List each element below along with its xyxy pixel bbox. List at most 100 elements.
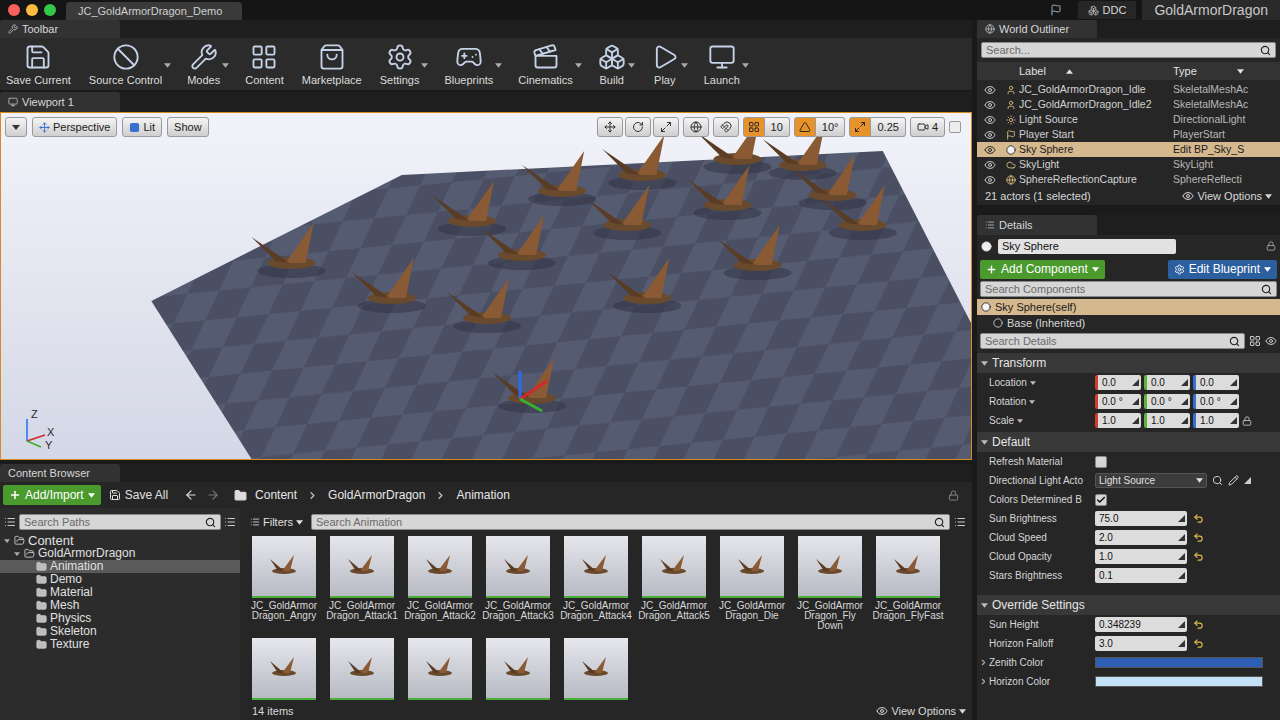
viewport-scene[interactable]: PerspectiveLitShow1010°0.254ZXY <box>0 112 972 460</box>
expand-arrow-icon[interactable] <box>979 677 988 686</box>
pick-actor-icon[interactable] <box>1228 475 1239 486</box>
toolbar-button[interactable]: Source Control <box>87 43 171 90</box>
world-local-button[interactable] <box>683 117 709 137</box>
visibility-eye-icon[interactable] <box>984 114 996 126</box>
visibility-eye-icon[interactable] <box>984 84 996 96</box>
number-field[interactable]: 2.0 <box>1095 530 1187 545</box>
folder-tree-item[interactable]: Animation <box>0 560 240 573</box>
outliner-row[interactable]: SkyLightSkyLight <box>977 157 1280 172</box>
folder-tree-item[interactable]: Physics <box>0 612 240 625</box>
details-lock-icon[interactable] <box>1266 241 1276 251</box>
translate-mode-button[interactable] <box>597 117 623 137</box>
asset-tile[interactable]: JC_GoldArmorDragon_Attack2 <box>408 536 472 634</box>
close-button[interactable] <box>8 4 20 16</box>
visibility-eye-icon[interactable] <box>984 129 996 141</box>
edit-blueprint-button[interactable]: Edit Blueprint <box>1168 260 1277 279</box>
lock-icon[interactable] <box>948 490 959 501</box>
color-swatch[interactable] <box>1095 657 1263 668</box>
actor-dropdown[interactable]: Light Source <box>1095 473 1207 488</box>
asset-tile[interactable] <box>408 638 472 703</box>
use-selected-icon[interactable] <box>1244 477 1251 484</box>
outliner-row[interactable]: JC_GoldArmorDragon_IdleSkeletalMeshAc <box>977 82 1280 97</box>
surface-snap-button[interactable] <box>713 117 739 137</box>
asset-tile[interactable] <box>252 638 316 703</box>
section-header[interactable]: Default <box>977 432 1280 452</box>
visibility-eye-icon[interactable] <box>984 144 996 156</box>
folder-tree-item[interactable]: Content <box>0 534 240 547</box>
asset-view-icon[interactable] <box>954 516 966 528</box>
search-components-field[interactable]: Search Components <box>980 281 1277 297</box>
property-matrix-icon[interactable] <box>1249 335 1261 347</box>
toolbar-button[interactable]: Play <box>649 43 688 90</box>
snap-toggle[interactable] <box>849 117 871 137</box>
toolbar-button[interactable]: Cinematics <box>516 43 581 90</box>
notification-flag-icon[interactable] <box>1050 4 1062 16</box>
asset-tile[interactable]: JC_GoldArmorDragon_Attack1 <box>330 536 394 634</box>
minimize-button[interactable] <box>26 4 38 16</box>
number-field[interactable]: 0.0 <box>1193 375 1239 390</box>
visibility-eye-icon[interactable] <box>984 99 996 111</box>
maximize-viewport-button[interactable] <box>949 121 961 133</box>
save-all-button[interactable]: Save All <box>109 486 168 504</box>
toolbar-button[interactable]: Marketplace <box>300 43 364 90</box>
toolbar-button[interactable]: Build <box>596 43 635 90</box>
folder-tree-item[interactable]: Skeleton <box>0 625 240 638</box>
toolbar-button[interactable]: Save Current <box>4 43 73 90</box>
number-field[interactable]: 0.348239 <box>1095 617 1187 632</box>
toolbar-button[interactable]: Modes <box>185 43 229 90</box>
asset-tile[interactable]: JC_GoldArmorDragon_Attack3 <box>486 536 550 634</box>
folder-tree-item[interactable]: Mesh <box>0 599 240 612</box>
reset-to-default-icon[interactable] <box>1193 619 1204 630</box>
label-column-header[interactable]: Label <box>1019 63 1169 80</box>
section-header[interactable]: Transform <box>977 353 1280 373</box>
view-mode-button[interactable]: Perspective <box>32 117 117 137</box>
snap-toggle[interactable] <box>794 117 816 137</box>
back-arrow-icon[interactable] <box>184 488 198 502</box>
toolbar-button[interactable]: Content <box>243 43 286 90</box>
type-column-header[interactable]: Type <box>1169 63 1280 80</box>
breadcrumb-item[interactable]: GoldArmorDragon <box>328 486 425 504</box>
number-field[interactable]: 0.1 <box>1095 568 1187 583</box>
outliner-search-field[interactable]: Search... <box>981 42 1276 58</box>
viewport-tab[interactable]: Viewport 1 <box>0 92 120 112</box>
forward-arrow-icon[interactable] <box>206 488 220 502</box>
number-field[interactable]: 1.0 <box>1144 413 1190 428</box>
asset-tile[interactable]: JC_GoldArmorDragon_FlyDown <box>798 536 862 634</box>
number-field[interactable]: 0.0 ° <box>1193 394 1239 409</box>
folder-tree-item[interactable]: Material <box>0 586 240 599</box>
number-field[interactable]: 1.0 <box>1193 413 1239 428</box>
details-view-options-icon[interactable] <box>1265 335 1277 347</box>
visibility-eye-icon[interactable] <box>984 159 996 171</box>
asset-tile[interactable]: JC_GoldArmorDragon_Angry <box>252 536 316 634</box>
toolbar-button[interactable]: Launch <box>702 43 749 90</box>
snap-control[interactable]: 10 <box>743 117 790 137</box>
number-field[interactable]: 3.0 <box>1095 636 1187 651</box>
rotate-mode-button[interactable] <box>625 117 651 137</box>
outliner-row[interactable]: Sky SphereEdit BP_Sky_S <box>977 142 1280 157</box>
section-header[interactable]: Override Settings <box>977 595 1280 615</box>
toolbar-button[interactable]: Settings <box>378 43 429 90</box>
toolbar-tab[interactable]: Toolbar <box>0 20 120 38</box>
number-field[interactable]: 1.0 <box>1095 413 1141 428</box>
outliner-row[interactable]: Player StartPlayerStart <box>977 127 1280 142</box>
scale-mode-button[interactable] <box>653 117 679 137</box>
asset-search-field[interactable]: Search Animation <box>311 514 950 530</box>
reset-to-default-icon[interactable] <box>1193 532 1204 543</box>
view-options-button[interactable]: View Options <box>876 703 966 720</box>
filters-button[interactable]: Filters <box>246 514 307 530</box>
asset-tile[interactable]: JC_GoldArmorDragon_FlyFast <box>876 536 940 634</box>
folder-tree-item[interactable]: Demo <box>0 573 240 586</box>
add-import-button[interactable]: Add/Import <box>3 485 101 505</box>
reset-to-default-icon[interactable] <box>1193 513 1204 524</box>
scale-lock-icon[interactable] <box>1242 416 1252 426</box>
ddc-indicator[interactable]: DDC <box>1078 1 1137 19</box>
folder-tree-item[interactable]: GoldArmorDragon <box>0 547 240 560</box>
asset-tile[interactable] <box>486 638 550 703</box>
folder-tree-item[interactable]: Texture <box>0 638 240 651</box>
snap-control[interactable]: 10° <box>794 117 846 137</box>
reset-to-default-icon[interactable] <box>1193 551 1204 562</box>
actor-name-field[interactable]: Sky Sphere <box>998 239 1176 254</box>
zoom-button[interactable] <box>44 4 56 16</box>
search-details-field[interactable]: Search Details <box>980 333 1245 349</box>
content-browser-tab[interactable]: Content Browser <box>0 464 120 482</box>
